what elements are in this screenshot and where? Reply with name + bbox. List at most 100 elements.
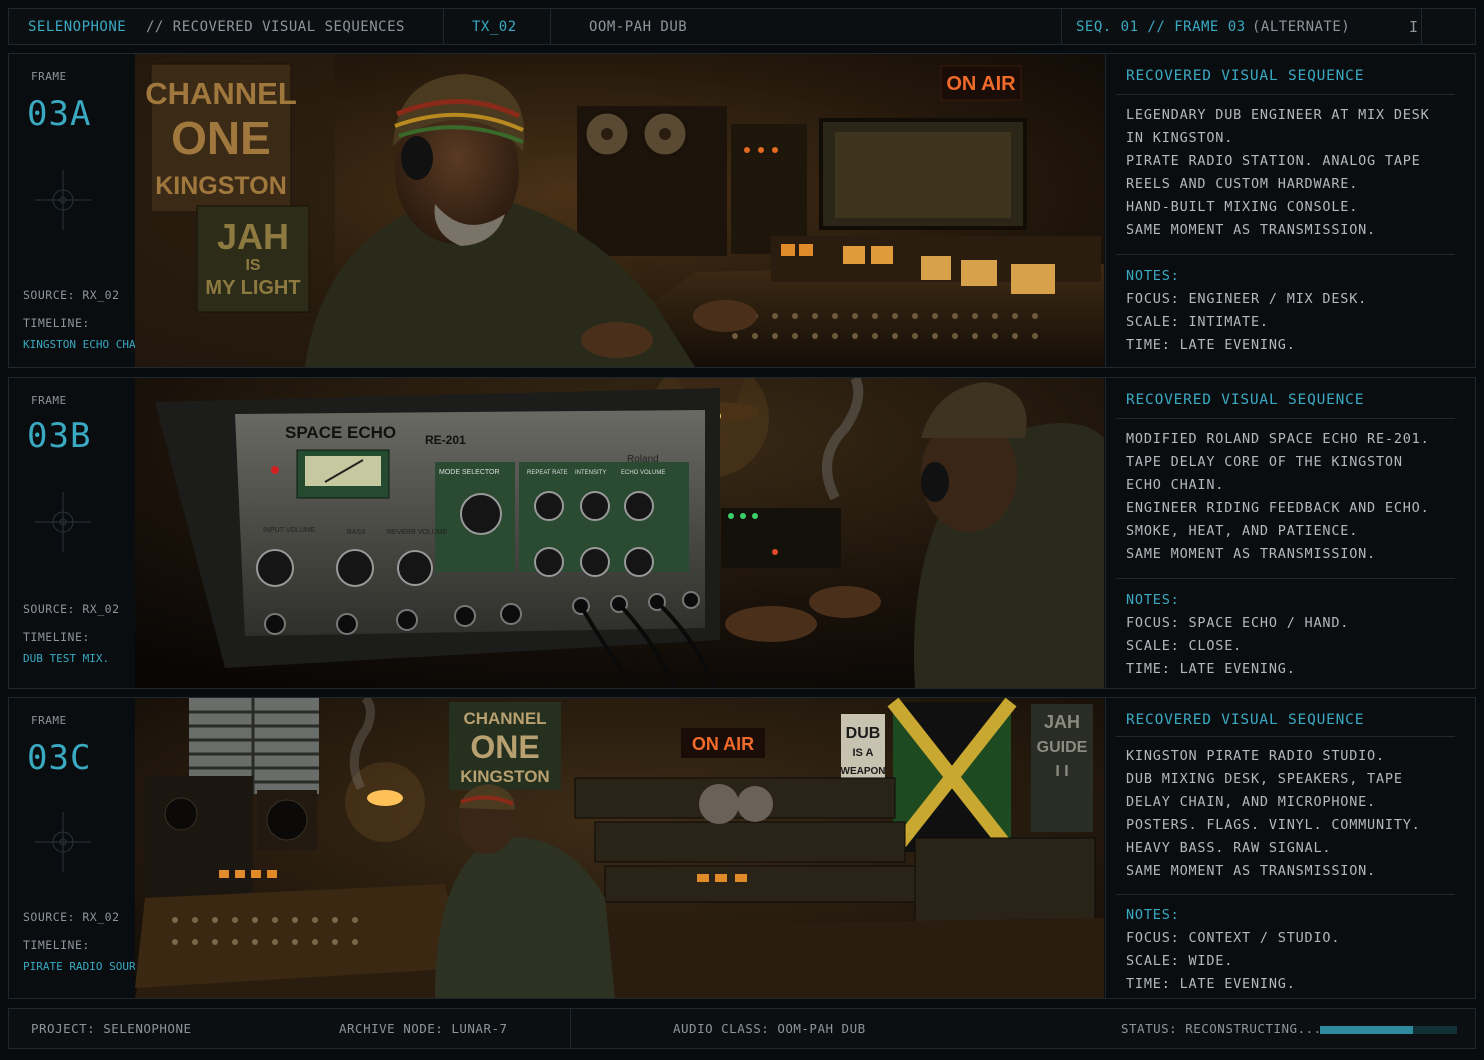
divider <box>1116 578 1455 579</box>
poster-text: IS <box>245 257 260 274</box>
device-label: BASS <box>347 529 366 536</box>
note-line: TIME: LATE EVENING. <box>1126 337 1296 353</box>
description-line: IN KINGSTON. <box>1126 130 1234 146</box>
project-label: PROJECT: SELENOPHONE <box>31 1021 192 1036</box>
poster-text: IS A <box>853 747 874 759</box>
divider <box>570 1009 571 1048</box>
section-title: // RECOVERED VISUAL SEQUENCES <box>146 19 405 35</box>
progress-bar <box>1320 1026 1457 1034</box>
description-line: SAME MOMENT AS TRANSMISSION. <box>1126 546 1376 562</box>
poster-text: I I <box>1055 763 1068 780</box>
progress-fill <box>1320 1026 1414 1034</box>
device-label: ECHO VOLUME <box>621 470 665 476</box>
sequence-indicator: SEQ. 01 // FRAME 03 <box>1076 19 1246 35</box>
divider <box>1116 418 1455 419</box>
frame-sidebar: FRAME 03C SOURCE: RX_02 TIMELINE: PIRATE… <box>9 698 155 998</box>
divider <box>1421 9 1422 44</box>
notes-heading: NOTES: <box>1126 592 1180 608</box>
frame-panel-03c: FRAME 03C SOURCE: RX_02 TIMELINE: PIRATE… <box>8 697 1476 999</box>
panel-heading: RECOVERED VISUAL SEQUENCE <box>1126 712 1365 728</box>
source-label: SOURCE: RX_02 <box>23 288 120 302</box>
description-line: KINGSTON PIRATE RADIO STUDIO. <box>1126 748 1385 764</box>
description-line: SAME MOMENT AS TRANSMISSION. <box>1126 222 1376 238</box>
timeline-label: TIMELINE: <box>23 316 90 330</box>
audio-class-label: AUDIO CLASS: OOM-PAH DUB <box>673 1021 866 1036</box>
description-line: REELS AND CUSTOM HARDWARE. <box>1126 176 1359 192</box>
info-panel: RECOVERED VISUAL SEQUENCE MODIFIED ROLAN… <box>1105 378 1475 688</box>
cursor-icon: 𝙸 <box>1409 18 1419 36</box>
track-title: OOM-PAH DUB <box>589 19 688 35</box>
description: MODIFIED ROLAND SPACE ECHO RE-201. TAPE … <box>1126 428 1430 566</box>
divider <box>443 9 444 44</box>
frame-label: FRAME <box>31 70 67 83</box>
source-label: SOURCE: RX_02 <box>23 602 120 616</box>
top-bar: SELENOPHONE // RECOVERED VISUAL SEQUENCE… <box>8 8 1476 45</box>
description: LEGENDARY DUB ENGINEER AT MIX DESK IN KI… <box>1126 104 1430 242</box>
frame-label: FRAME <box>31 714 67 727</box>
poster-text: JAH <box>1044 712 1080 732</box>
description-line: ENGINEER RIDING FEEDBACK AND ECHO. <box>1126 500 1430 516</box>
notes: NOTES: FOCUS: CONTEXT / STUDIO. SCALE: W… <box>1126 904 1340 996</box>
frame-code: 03C <box>27 738 92 778</box>
device-label: INPUT VOLUME <box>263 527 316 534</box>
on-air-sign-text: ON AIR <box>692 734 754 754</box>
note-line: TIME: LATE EVENING. <box>1126 976 1296 992</box>
description-line: MODIFIED ROLAND SPACE ECHO RE-201. <box>1126 431 1430 447</box>
divider <box>1116 894 1455 895</box>
info-panel: RECOVERED VISUAL SEQUENCE KINGSTON PIRAT… <box>1105 698 1475 998</box>
description-line: LEGENDARY DUB ENGINEER AT MIX DESK <box>1126 107 1430 123</box>
description: KINGSTON PIRATE RADIO STUDIO. DUB MIXING… <box>1126 745 1421 883</box>
note-line: TIME: LATE EVENING. <box>1126 661 1296 677</box>
on-air-sign-text: ON AIR <box>946 73 1016 95</box>
divider <box>1116 254 1455 255</box>
frame-label: FRAME <box>31 394 67 407</box>
poster-text: CHANNEL <box>463 709 546 728</box>
device-label: MODE SELECTOR <box>439 469 500 476</box>
note-line: SCALE: CLOSE. <box>1126 638 1243 654</box>
frame-panel-03b: FRAME 03B SOURCE: RX_02 TIMELINE: DUB TE… <box>8 377 1476 689</box>
note-line: FOCUS: ENGINEER / MIX DESK. <box>1126 291 1368 307</box>
poster-text: ONE <box>470 729 539 765</box>
device-label: RE-201 <box>425 433 466 447</box>
transmission-id[interactable]: TX_02 <box>472 9 517 44</box>
device-label: INTENSITY <box>575 470 606 476</box>
timeline-link[interactable]: DUB TEST MIX. <box>23 652 109 665</box>
description-line: PIRATE RADIO STATION. ANALOG TAPE <box>1126 153 1421 169</box>
poster-text: KINGSTON <box>460 767 549 786</box>
frame-sidebar: FRAME 03A SOURCE: RX_02 TIMELINE: KINGST… <box>9 54 155 367</box>
timeline-label: TIMELINE: <box>23 630 90 644</box>
poster-text: KINGSTON <box>155 172 287 200</box>
info-panel: RECOVERED VISUAL SEQUENCE LEGENDARY DUB … <box>1105 54 1475 367</box>
status-bar: PROJECT: SELENOPHONE ARCHIVE NODE: LUNAR… <box>8 1008 1476 1049</box>
poster-text: DUB <box>846 725 881 742</box>
notes-heading: NOTES: <box>1126 268 1180 284</box>
description-line: POSTERS. FLAGS. VINYL. COMMUNITY. <box>1126 817 1421 833</box>
notes: NOTES: FOCUS: SPACE ECHO / HAND. SCALE: … <box>1126 589 1349 681</box>
description-line: HAND-BUILT MIXING CONSOLE. <box>1126 199 1359 215</box>
poster-text: WEAPON <box>841 766 886 777</box>
poster-text: GUIDE <box>1037 739 1088 756</box>
notes: NOTES: FOCUS: ENGINEER / MIX DESK. SCALE… <box>1126 265 1367 357</box>
crosshair-icon <box>35 812 91 872</box>
crosshair-icon <box>35 492 91 552</box>
note-line: SCALE: WIDE. <box>1126 953 1234 969</box>
status-label: STATUS: RECONSTRUCTING... <box>1121 1021 1322 1036</box>
frame-sidebar: FRAME 03B SOURCE: RX_02 TIMELINE: DUB TE… <box>9 378 136 688</box>
description-line: TAPE DELAY CORE OF THE KINGSTON <box>1126 454 1403 470</box>
description-line: HEAVY BASS. RAW SIGNAL. <box>1126 840 1332 856</box>
note-line: FOCUS: SPACE ECHO / HAND. <box>1126 615 1350 631</box>
device-label: REVERB VOLUME <box>387 529 448 536</box>
frame-code: 03B <box>27 416 92 456</box>
poster-text: MY LIGHT <box>205 277 300 299</box>
timeline-label: TIMELINE: <box>23 938 90 952</box>
panel-heading: RECOVERED VISUAL SEQUENCE <box>1126 68 1365 84</box>
source-label: SOURCE: RX_02 <box>23 910 120 924</box>
notes-heading: NOTES: <box>1126 907 1180 923</box>
device-label: SPACE ECHO <box>285 423 396 442</box>
sequence-note: (ALTERNATE) <box>1252 19 1351 35</box>
frame-code: 03A <box>27 94 92 134</box>
note-line: SCALE: INTIMATE. <box>1126 314 1269 330</box>
frame-panel-03a: FRAME 03A SOURCE: RX_02 TIMELINE: KINGST… <box>8 53 1476 368</box>
poster-text: ONE <box>171 112 271 164</box>
description-line: SMOKE, HEAT, AND PATIENCE. <box>1126 523 1359 539</box>
